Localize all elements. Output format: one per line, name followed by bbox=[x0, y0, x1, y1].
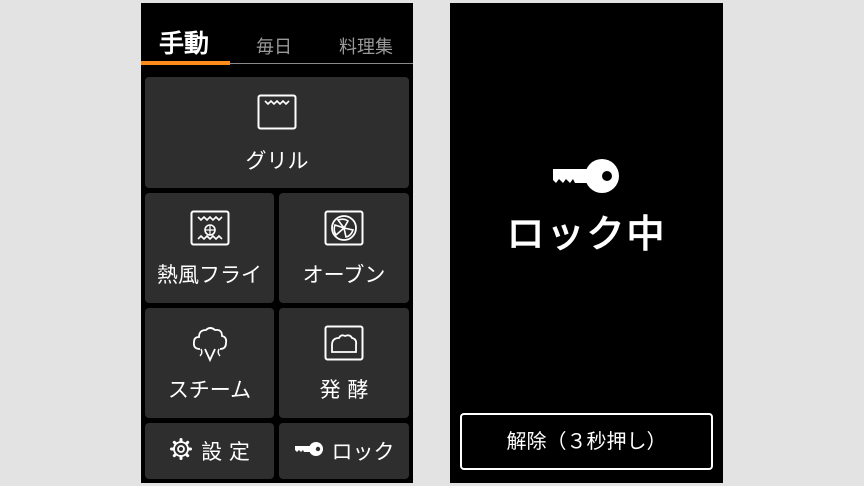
tab-recipes[interactable]: 料理集 bbox=[339, 33, 393, 59]
settings-label: 設 定 bbox=[201, 440, 250, 464]
steam-icon bbox=[190, 325, 230, 367]
settings-button[interactable]: 設 定 bbox=[145, 423, 274, 479]
active-tab-indicator bbox=[141, 61, 230, 65]
tab-manual[interactable]: 手動 bbox=[159, 24, 209, 60]
lock-screen: ロック中 解除（３秒押し） bbox=[450, 3, 723, 483]
ferment-button[interactable]: 発 酵 bbox=[279, 308, 409, 418]
oven-fan-icon bbox=[324, 210, 364, 250]
gear-icon bbox=[169, 437, 193, 465]
grill-label: グリル bbox=[245, 149, 309, 173]
release-lock-button[interactable]: 解除（３秒押し） bbox=[460, 413, 713, 470]
tab-daily[interactable]: 毎日 bbox=[256, 33, 292, 59]
steam-button[interactable]: スチーム bbox=[145, 308, 274, 418]
air-fry-button[interactable]: 熱風フライ bbox=[145, 193, 274, 303]
oven-label: オーブン bbox=[302, 263, 386, 287]
mode-select-screen: 手動 毎日 料理集 グリル 熱風フライ オーブン スチーム 発 酵 設 定 ロッ… bbox=[141, 3, 413, 483]
key-icon bbox=[551, 156, 621, 200]
steam-label: スチーム bbox=[167, 378, 252, 402]
key-icon bbox=[294, 441, 324, 461]
grill-icon bbox=[257, 94, 297, 134]
ferment-icon bbox=[324, 325, 364, 365]
air-fry-icon bbox=[190, 210, 230, 250]
grill-button[interactable]: グリル bbox=[145, 77, 409, 188]
air-fry-label: 熱風フライ bbox=[157, 263, 262, 287]
lock-status-title: ロック中 bbox=[506, 212, 667, 256]
oven-button[interactable]: オーブン bbox=[279, 193, 409, 303]
tab-bar: 手動 毎日 料理集 bbox=[141, 3, 413, 65]
ferment-label: 発 酵 bbox=[319, 378, 369, 402]
lock-label: ロック bbox=[331, 440, 395, 464]
lock-button[interactable]: ロック bbox=[279, 423, 409, 479]
